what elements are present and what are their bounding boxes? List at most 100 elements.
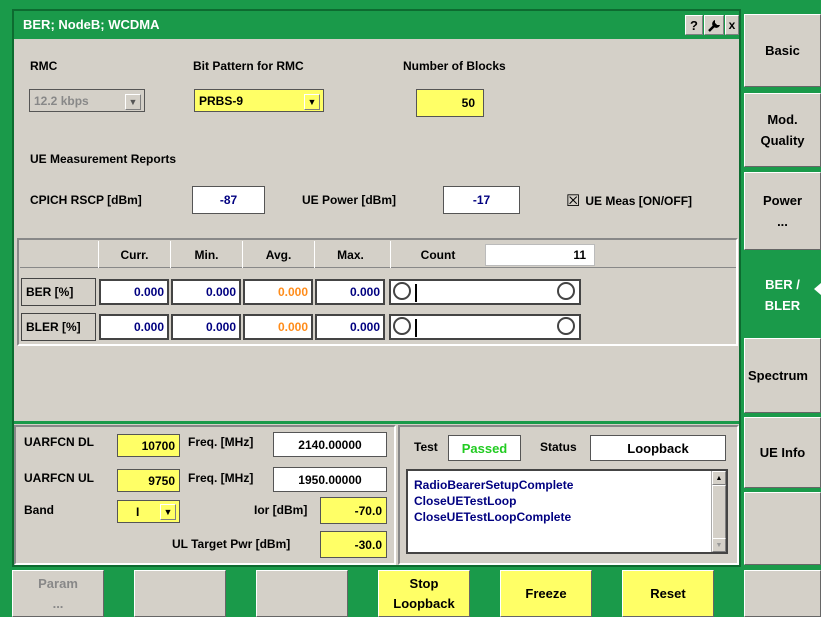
sidebar-item-spectrum[interactable]: Spectrum — [744, 338, 821, 413]
ul-target-input[interactable]: -30.0 — [320, 531, 387, 558]
freq-dl-field: 2140.00000 — [273, 432, 387, 457]
header-max: Max. — [314, 241, 386, 268]
count-value: 11 — [573, 248, 586, 262]
cpich-value-field: -87 — [192, 186, 265, 214]
uarfcn-ul-label: UARFCN UL — [24, 471, 94, 485]
stop-loopback-button[interactable]: Stop Loopback — [378, 570, 470, 617]
ue-meas-label: UE Meas [ON/OFF] — [585, 194, 693, 208]
header-avg: Avg. — [242, 241, 314, 268]
uarfcn-dl-label: UARFCN DL — [24, 435, 94, 449]
freq-ul-label: Freq. [MHz] — [188, 471, 254, 485]
softkey-2[interactable] — [134, 570, 226, 617]
softkey-3[interactable] — [256, 570, 348, 617]
ul-target-value: -30.0 — [354, 537, 382, 552]
rmc-label: RMC — [30, 59, 58, 73]
ber-min: 0.000 — [171, 279, 241, 305]
freq-ul-value: 1950.00000 — [298, 472, 362, 487]
ue-meas-toggle[interactable]: ☒ UE Meas [ON/OFF] — [566, 191, 692, 211]
rmc-select[interactable]: 12.2 kbps ▼ — [29, 89, 145, 112]
bit-pattern-label: Bit Pattern for RMC — [193, 59, 304, 73]
signaling-log[interactable]: RadioBearerSetupComplete CloseUETestLoop… — [406, 469, 728, 554]
bler-bar — [389, 314, 581, 340]
bler-curr: 0.000 — [99, 314, 169, 340]
ue-power-value: -17 — [472, 193, 491, 207]
blocks-input[interactable]: 50 — [416, 89, 484, 117]
uarfcn-ul-value: 9750 — [148, 473, 175, 488]
header-count: Count — [390, 241, 485, 268]
chevron-down-icon: ▼ — [125, 94, 141, 110]
bit-pattern-value: PRBS-9 — [199, 93, 244, 108]
ue-reports-title: UE Measurement Reports — [30, 152, 177, 166]
freq-dl-label: Freq. [MHz] — [188, 435, 254, 449]
test-result-value: Passed — [461, 440, 508, 456]
ue-power-value-field: -17 — [443, 186, 520, 214]
rmc-value: 12.2 kbps — [34, 93, 89, 108]
chevron-down-icon: ▼ — [304, 94, 320, 110]
window-title: BER; NodeB; WCDMA — [23, 17, 160, 32]
close-icon: x — [728, 18, 736, 32]
ior-label: Ior [dBm] — [254, 503, 308, 517]
checkbox-icon: ☒ — [566, 193, 581, 210]
uarfcn-dl-value: 10700 — [141, 438, 175, 453]
band-select[interactable]: I ▼ — [117, 500, 180, 523]
bler-min: 0.000 — [171, 314, 241, 340]
sidebar-item-basic[interactable]: Basic — [744, 14, 821, 87]
status-label: Status — [540, 440, 577, 454]
ber-avg: 0.000 — [243, 279, 313, 305]
scroll-thumb[interactable] — [712, 485, 726, 539]
header-min: Min. — [170, 241, 242, 268]
bar-end-knob — [557, 317, 575, 335]
ue-power-label: UE Power [dBm] — [302, 193, 397, 207]
status-field: Loopback — [590, 435, 726, 461]
bottom-divider — [14, 421, 739, 424]
wrench-icon — [708, 20, 720, 32]
sidebar-item-power[interactable]: Power ... — [744, 172, 821, 250]
count-field: 11 — [485, 244, 595, 266]
ber-bar — [389, 279, 581, 305]
ber-bar-marker — [415, 284, 417, 302]
ber-curr: 0.000 — [99, 279, 169, 305]
reset-button[interactable]: Reset — [622, 570, 714, 617]
sidebar-item-ue-info[interactable]: UE Info — [744, 417, 821, 488]
band-value: I — [136, 504, 140, 519]
bar-start-knob — [393, 282, 411, 300]
bar-start-knob — [393, 317, 411, 335]
scroll-down-icon[interactable]: ▼ — [712, 538, 726, 552]
log-line: CloseUETestLoop — [414, 494, 517, 508]
uarfcn-dl-input[interactable]: 10700 — [117, 434, 180, 457]
active-tab-pointer-icon — [814, 283, 821, 295]
ul-target-label: UL Target Pwr [dBm] — [172, 537, 291, 551]
test-label: Test — [414, 440, 438, 454]
scroll-up-icon[interactable]: ▲ — [712, 471, 726, 485]
bler-bar-marker — [415, 319, 417, 337]
settings-button[interactable] — [704, 15, 724, 35]
band-label: Band — [24, 503, 54, 517]
bit-pattern-select[interactable]: PRBS-9 ▼ — [194, 89, 324, 112]
freeze-button[interactable]: Freeze — [500, 570, 592, 617]
chevron-down-icon: ▼ — [160, 504, 176, 520]
log-line: CloseUETestLoopComplete — [414, 510, 572, 524]
sidebar-item-ber-bler[interactable]: BER / BLER — [744, 255, 821, 335]
bler-row-label: BLER [%] — [21, 313, 96, 341]
log-scrollbar[interactable]: ▲ ▼ — [711, 471, 726, 552]
freq-ul-field: 1950.00000 — [273, 467, 387, 492]
bler-max: 0.000 — [315, 314, 385, 340]
sidebar-item-mod-quality[interactable]: Mod. Quality — [744, 93, 821, 167]
uarfcn-ul-input[interactable]: 9750 — [117, 469, 180, 492]
blocks-label: Number of Blocks — [403, 59, 506, 73]
cpich-value: -87 — [219, 193, 238, 207]
log-line: RadioBearerSetupComplete — [414, 478, 574, 492]
blocks-value: 50 — [461, 96, 475, 110]
header-curr: Curr. — [98, 241, 170, 268]
ior-input[interactable]: -70.0 — [320, 497, 387, 524]
softkey-7[interactable] — [744, 570, 821, 617]
softkey-param[interactable]: Param ... — [12, 570, 104, 617]
status-value: Loopback — [627, 440, 689, 456]
freq-dl-value: 2140.00000 — [298, 437, 362, 452]
close-button[interactable]: x — [725, 15, 739, 35]
sidebar-item-empty[interactable] — [744, 492, 821, 565]
help-icon: ? — [690, 17, 698, 33]
title-bar: BER; NodeB; WCDMA ? x — [14, 11, 739, 39]
help-button[interactable]: ? — [685, 15, 703, 35]
test-result-field: Passed — [448, 435, 521, 461]
